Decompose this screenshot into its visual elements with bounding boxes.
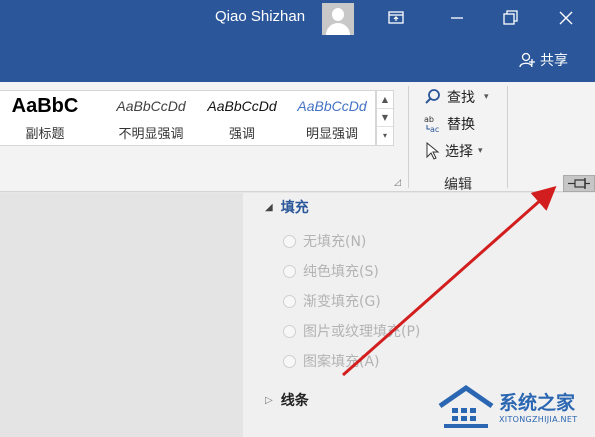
find-button[interactable]: 查找 ▾: [424, 86, 489, 108]
fill-option-solid[interactable]: 纯色填充(S): [283, 261, 379, 281]
pin-icon[interactable]: [563, 175, 595, 192]
share-button[interactable]: 共享: [518, 50, 568, 70]
avatar-icon[interactable]: [322, 3, 354, 35]
ribbon: AaBbC 副标题 AaBbCcDd 不明显强调 AaBbCcDd 强调 AaB…: [0, 82, 595, 193]
account-name[interactable]: Qiao Shizhan: [215, 8, 305, 25]
fill-option-pattern[interactable]: 图案填充(A): [283, 351, 380, 371]
radio-button[interactable]: [283, 324, 296, 338]
watermark-text: 系统之家: [499, 392, 576, 414]
fill-option-none[interactable]: 无填充(N): [283, 231, 366, 251]
dialog-launcher-icon[interactable]: ◿: [394, 178, 404, 188]
select-button[interactable]: 选择 ▾: [424, 140, 483, 162]
ribbon-display-options-icon[interactable]: [382, 5, 410, 31]
title-bar: Qiao Shizhan 共享: [0, 0, 595, 82]
fill-option-picture[interactable]: 图片或纹理填充(P): [283, 321, 420, 341]
more-styles-icon[interactable]: ▾: [377, 127, 393, 145]
fill-section-title: 填充: [280, 200, 309, 216]
gallery-scroll[interactable]: ▲ ▼ ▾: [376, 90, 394, 146]
document-area[interactable]: [0, 193, 243, 437]
scroll-up-icon[interactable]: ▲: [377, 91, 393, 109]
style-emphasis[interactable]: AaBbCcDd 强调: [198, 91, 286, 145]
cursor-icon: [426, 142, 440, 160]
minimize-icon[interactable]: [443, 5, 471, 31]
collapse-triangle-icon: ◢: [265, 201, 273, 213]
search-icon: [425, 89, 440, 104]
radio-button[interactable]: [283, 294, 296, 308]
chevron-down-icon: ▾: [478, 146, 483, 156]
expand-triangle-icon: ▷: [265, 394, 273, 406]
styles-gallery: AaBbC 副标题 AaBbCcDd 不明显强调 AaBbCcDd 强调 AaB…: [0, 90, 376, 146]
watermark-subtext: XITONGZHIJIA.NET: [499, 415, 578, 424]
svg-text:ab: ab: [424, 115, 434, 124]
fill-option-gradient[interactable]: 渐变填充(G): [283, 291, 381, 311]
editing-group-label: 编辑: [444, 177, 472, 193]
style-intense-emphasis[interactable]: AaBbCcDd 明显强调: [288, 91, 375, 145]
radio-button[interactable]: [283, 354, 296, 368]
replace-button[interactable]: ab ac 替换: [424, 113, 475, 135]
line-section-title: 线条: [280, 393, 309, 409]
scroll-down-icon[interactable]: ▼: [377, 109, 393, 127]
watermark-logo: 系统之家 XITONGZHIJIA.NET: [436, 382, 595, 437]
style-subtle-emphasis[interactable]: AaBbCcDd 不明显强调: [106, 91, 196, 145]
chevron-down-icon: ▾: [484, 92, 489, 102]
line-section-header[interactable]: ▷ 线条: [265, 390, 309, 410]
radio-button[interactable]: [283, 264, 296, 278]
replace-icon: abac: [424, 115, 439, 134]
fill-section-header[interactable]: ◢ 填充: [265, 197, 309, 217]
share-person-icon: [519, 52, 535, 68]
style-subtitle[interactable]: AaBbC 副标题: [0, 91, 100, 145]
restore-icon[interactable]: [496, 5, 524, 31]
radio-button[interactable]: [283, 234, 296, 248]
share-label: 共享: [540, 53, 568, 69]
close-icon[interactable]: [552, 5, 580, 31]
house-logo-icon: [438, 384, 494, 428]
svg-text:ac: ac: [430, 125, 439, 134]
